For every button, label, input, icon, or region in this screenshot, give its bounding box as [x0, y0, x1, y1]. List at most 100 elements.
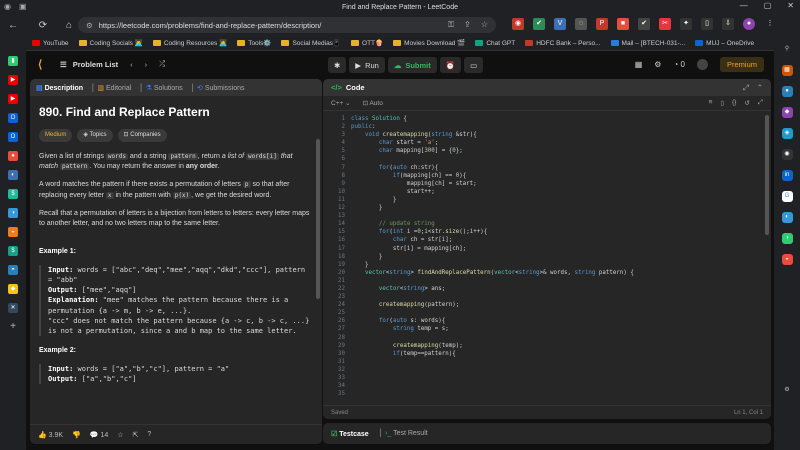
profile-avatar-icon[interactable]: ●: [743, 18, 755, 30]
menu-icon[interactable]: ⋮: [764, 18, 776, 30]
leetcode-logo-icon[interactable]: ⟨: [38, 59, 50, 71]
outlook-icon[interactable]: O: [8, 132, 18, 142]
youtube-icon[interactable]: ▶: [8, 94, 18, 104]
sidebar-app-icon[interactable]: ✕: [8, 303, 18, 313]
topics-badge[interactable]: ◈ Topics: [77, 129, 113, 143]
bookmark-folder[interactable]: Coding Socials 👨‍💻: [78, 39, 143, 47]
linkedin-icon[interactable]: in: [781, 170, 793, 181]
sidebar-app-icon[interactable]: ◑: [8, 208, 18, 218]
vpn-icon[interactable]: V: [554, 18, 566, 30]
tab-submissions[interactable]: │ ⟲ Submissions: [191, 84, 245, 92]
extension-icon[interactable]: ◉: [512, 18, 524, 30]
user-icon[interactable]: ●: [781, 86, 793, 97]
bookmark-folder[interactable]: OTT🍿: [351, 39, 383, 47]
briefcase-icon[interactable]: ▦: [781, 65, 793, 76]
premium-button[interactable]: Premium: [719, 57, 764, 72]
tab-testcase[interactable]: ☑ Testcase: [331, 430, 369, 438]
description-scrollbar[interactable]: [316, 139, 320, 299]
share-icon[interactable]: ⇪: [464, 20, 471, 30]
downloads-icon[interactable]: ⇩: [722, 18, 734, 30]
add-icon[interactable]: +: [8, 322, 18, 332]
settings-icon[interactable]: ⚙: [654, 60, 661, 69]
next-problem-icon[interactable]: ›: [145, 60, 148, 69]
site-info-icon[interactable]: ⚙: [86, 21, 93, 30]
editor-scrollbar[interactable]: [765, 115, 769, 235]
extensions-puzzle-icon[interactable]: ✦: [680, 18, 692, 30]
collapse-icon[interactable]: ⌃: [757, 83, 763, 93]
maximize-icon[interactable]: ▢: [764, 1, 772, 10]
coins-counter[interactable]: ◔ 0: [673, 60, 685, 69]
extension-icon[interactable]: ◌: [575, 18, 587, 30]
home-icon[interactable]: ⌂: [60, 20, 78, 31]
outlook-icon[interactable]: O: [8, 113, 18, 123]
sidebar-app-icon[interactable]: ●: [8, 151, 18, 161]
bookmark-hdfc[interactable]: HDFC Bank – Perso...: [525, 40, 601, 47]
sidebar-app-icon[interactable]: $: [8, 246, 18, 256]
shuffle-icon[interactable]: ⤮: [159, 59, 165, 69]
tab-description[interactable]: ▤ Description: [36, 84, 83, 92]
layout-icon[interactable]: ▦: [635, 60, 643, 69]
youtube-icon[interactable]: ▶: [8, 75, 18, 85]
expand-icon[interactable]: ⤢: [758, 99, 763, 107]
run-button[interactable]: ▶ Run: [349, 57, 385, 73]
like-button[interactable]: 👍 3.9K: [38, 431, 63, 439]
tab-solutions[interactable]: │ ⚗ Solutions: [139, 84, 182, 92]
bookmark-youtube[interactable]: YouTube: [32, 40, 69, 47]
sidebar-app-icon[interactable]: ◒: [8, 227, 18, 237]
bookmark-chatgpt[interactable]: Chat GPT: [475, 40, 515, 47]
sidebar-app-icon[interactable]: ◐: [781, 212, 793, 223]
minimize-icon[interactable]: —: [740, 1, 748, 10]
companies-badge[interactable]: ⊡ Companies: [117, 129, 167, 143]
bookmark-star-icon[interactable]: ☆: [481, 20, 488, 30]
language-select[interactable]: C++ ⌄: [331, 99, 351, 107]
format-icon[interactable]: ≡: [709, 99, 713, 107]
bookmark-folder[interactable]: Movies Download 🎬: [393, 39, 465, 47]
prev-problem-icon[interactable]: ‹: [130, 60, 133, 69]
comments-button[interactable]: 💬 14: [90, 431, 108, 439]
sidebar-app-icon[interactable]: $: [8, 189, 18, 199]
bookmark-folder[interactable]: Social Medias📱: [281, 39, 341, 47]
address-bar[interactable]: ⚙ https://leetcode.com/problems/find-and…: [78, 17, 496, 33]
google-icon[interactable]: G: [781, 191, 793, 202]
bookmark-folder[interactable]: Coding Resources 👩‍💻: [152, 39, 227, 47]
extension-icon[interactable]: ■: [617, 18, 629, 30]
debug-button[interactable]: ✱: [328, 57, 347, 73]
extension-icon[interactable]: ✂: [659, 18, 671, 30]
shopping-icon[interactable]: ◆: [781, 107, 793, 118]
problem-title[interactable]: 890. Find and Replace Pattern: [39, 104, 313, 121]
sidebar-app-icon[interactable]: ▮: [8, 56, 18, 66]
extension-icon[interactable]: P: [596, 18, 608, 30]
tab-test-result[interactable]: │ ›_ Test Result: [379, 430, 428, 437]
auto-toggle[interactable]: ⊡ Auto: [363, 99, 383, 107]
share-button[interactable]: ⇱: [133, 431, 139, 439]
problem-list-link[interactable]: Problem List: [73, 60, 118, 69]
timer-button[interactable]: ⏰: [439, 57, 462, 73]
submit-button[interactable]: ☁ Submit: [387, 57, 437, 73]
sidebar-app-icon[interactable]: ◒: [781, 254, 793, 265]
reload-icon[interactable]: ⟳: [34, 20, 52, 31]
bookmark-onedrive[interactable]: MUJ – OneDrive: [695, 40, 754, 47]
search-icon[interactable]: ⚲: [782, 44, 793, 55]
github-icon[interactable]: ◉: [781, 149, 793, 160]
adblock-icon[interactable]: ✔: [533, 18, 545, 30]
reset-icon[interactable]: ↺: [744, 99, 749, 107]
settings-icon[interactable]: ⚙: [782, 385, 793, 396]
help-button[interactable]: ?: [147, 431, 151, 438]
close-icon[interactable]: ✕: [787, 1, 794, 10]
bookmark-mail[interactable]: Mail – [BTECH-031-...: [610, 40, 685, 47]
bookmark-icon[interactable]: ▯: [720, 99, 724, 107]
favorite-button[interactable]: ☆: [117, 431, 123, 439]
code-editor[interactable]: 1 2 3 4 5 6 7 8 9 10 11 12 13 14 15 16 17 18 19 20 21 22 23 24 2…: [323, 112, 771, 404]
tab-editorial[interactable]: │ ▥ Editorial: [91, 84, 131, 92]
fullscreen-icon[interactable]: ⤢: [743, 83, 749, 93]
extension-icon[interactable]: ✔: [638, 18, 650, 30]
sidebar-app-icon[interactable]: ◐: [8, 170, 18, 180]
password-key-icon[interactable]: ⚿: [448, 20, 454, 30]
sidebar-app-icon[interactable]: ◑: [781, 233, 793, 244]
braces-icon[interactable]: {}: [732, 99, 736, 107]
copilot-icon[interactable]: ◈: [781, 128, 793, 139]
profile-avatar-icon[interactable]: [696, 59, 708, 70]
sidebar-app-icon[interactable]: ◓: [8, 265, 18, 275]
bookmark-folder[interactable]: Tools⚙️: [237, 39, 271, 47]
sidebar-toggle-icon[interactable]: ▯: [701, 18, 713, 30]
